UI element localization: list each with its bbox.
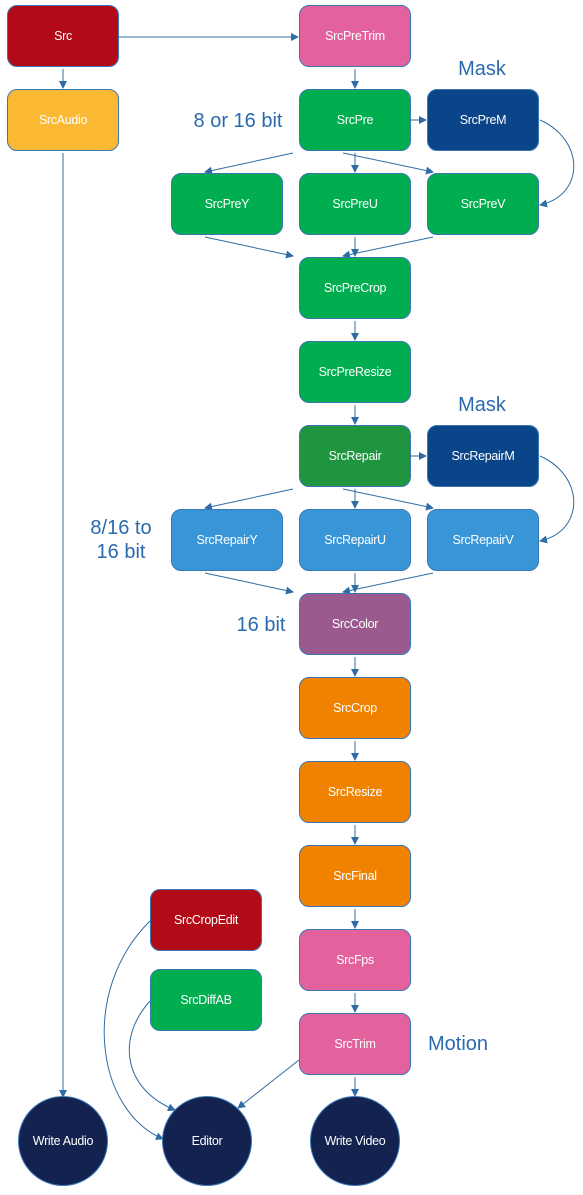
node-srccrop[interactable]: SrcCrop: [299, 677, 411, 739]
node-label: SrcRepairM: [451, 449, 515, 463]
node-editor[interactable]: Editor: [162, 1096, 252, 1186]
node-label: SrcResize: [327, 785, 383, 799]
node-srcaudio[interactable]: SrcAudio: [7, 89, 119, 151]
node-label: Src: [54, 29, 72, 43]
node-srccolor[interactable]: SrcColor: [299, 593, 411, 655]
annotation-line: 16 bit: [96, 541, 146, 563]
edge-srcrepairm-to-srcrepairv: [539, 455, 575, 544]
node-label: SrcCropEdit: [173, 913, 239, 927]
node-label: SrcPreM: [459, 113, 507, 127]
node-srcprecrop[interactable]: SrcPreCrop: [299, 257, 411, 319]
edge-srcprem-to-srcprev: [539, 119, 575, 208]
edge-srcrepairy-to-srccolor: [204, 572, 294, 595]
node-writeaudio[interactable]: Write Audio: [18, 1096, 108, 1186]
edge-srcprey-to-srcprecrop: [204, 236, 294, 259]
node-label: SrcColor: [331, 617, 379, 631]
edge-srcrepair-to-srcrepairv: [342, 488, 434, 511]
node-srcprev[interactable]: SrcPreV: [427, 173, 539, 235]
node-label: SrcCrop: [333, 701, 377, 715]
node-srcrepairv[interactable]: SrcRepairV: [427, 509, 539, 571]
annotation-line: 8/16 to: [90, 517, 152, 539]
node-src[interactable]: Src: [7, 5, 119, 67]
annotation-mask: Mask: [458, 58, 506, 80]
node-srcpre[interactable]: SrcPre: [299, 89, 411, 151]
node-srcfinal[interactable]: SrcFinal: [299, 845, 411, 907]
node-label: SrcPreV: [460, 197, 506, 211]
node-srcrepair[interactable]: SrcRepair: [299, 425, 411, 487]
node-srcrepairu[interactable]: SrcRepairU: [299, 509, 411, 571]
node-srccropedit[interactable]: SrcCropEdit: [150, 889, 262, 951]
edge-srcrepair-to-srcrepairy: [204, 488, 294, 511]
node-srcpreu[interactable]: SrcPreU: [299, 173, 411, 235]
node-label: SrcRepairU: [324, 533, 386, 547]
edge-srcrepairv-to-srccolor: [342, 572, 434, 595]
node-label: SrcRepair: [328, 449, 382, 463]
node-srcprey[interactable]: SrcPreY: [171, 173, 283, 235]
node-label: SrcPreY: [204, 197, 250, 211]
node-writevideo[interactable]: Write Video: [310, 1096, 400, 1186]
node-label: Write Video: [324, 1134, 386, 1148]
node-label: Editor: [191, 1134, 223, 1148]
node-srcprem[interactable]: SrcPreM: [427, 89, 539, 151]
node-label: Write Audio: [32, 1134, 94, 1148]
edge-srccropedit-to-editor: [103, 920, 164, 1140]
annotation-motion: Motion: [427, 1033, 489, 1055]
node-label: SrcRepairY: [196, 533, 258, 547]
node-srctrim[interactable]: SrcTrim: [299, 1013, 411, 1075]
annotation-8-or-16-bit: 8 or 16 bit: [193, 110, 283, 132]
node-label: SrcPreResize: [318, 365, 392, 379]
edge-srcpre-to-srcprey: [204, 152, 294, 175]
node-srcresize[interactable]: SrcResize: [299, 761, 411, 823]
edge-srcpre-to-srcprev: [342, 152, 434, 175]
node-srcpretrim[interactable]: SrcPreTrim: [299, 5, 411, 67]
node-label: SrcFinal: [333, 869, 377, 883]
node-label: SrcPre: [336, 113, 374, 127]
edge-srcprev-to-srcprecrop: [342, 236, 434, 259]
node-label: SrcPreCrop: [323, 281, 387, 295]
node-srcfps[interactable]: SrcFps: [299, 929, 411, 991]
annotation-mask: Mask: [458, 394, 506, 416]
node-srcrepairy[interactable]: SrcRepairY: [171, 509, 283, 571]
node-label: SrcDiffAB: [180, 993, 232, 1007]
annotation-16-bit: 16 bit: [236, 614, 286, 636]
node-label: SrcPreTrim: [325, 29, 385, 43]
node-label: SrcTrim: [334, 1037, 376, 1051]
annotation-8-16-to-16-bit: 8/16 to 16 bit: [78, 516, 164, 564]
node-srcrepairm[interactable]: SrcRepairM: [427, 425, 539, 487]
node-label: SrcRepairV: [452, 533, 514, 547]
edge-srctrim-to-editor: [237, 1059, 300, 1109]
node-srcdiffab[interactable]: SrcDiffAB: [150, 969, 262, 1031]
node-srcpreresize[interactable]: SrcPreResize: [299, 341, 411, 403]
node-label: SrcPreU: [332, 197, 378, 211]
node-label: SrcAudio: [38, 113, 88, 127]
node-label: SrcFps: [336, 953, 374, 967]
